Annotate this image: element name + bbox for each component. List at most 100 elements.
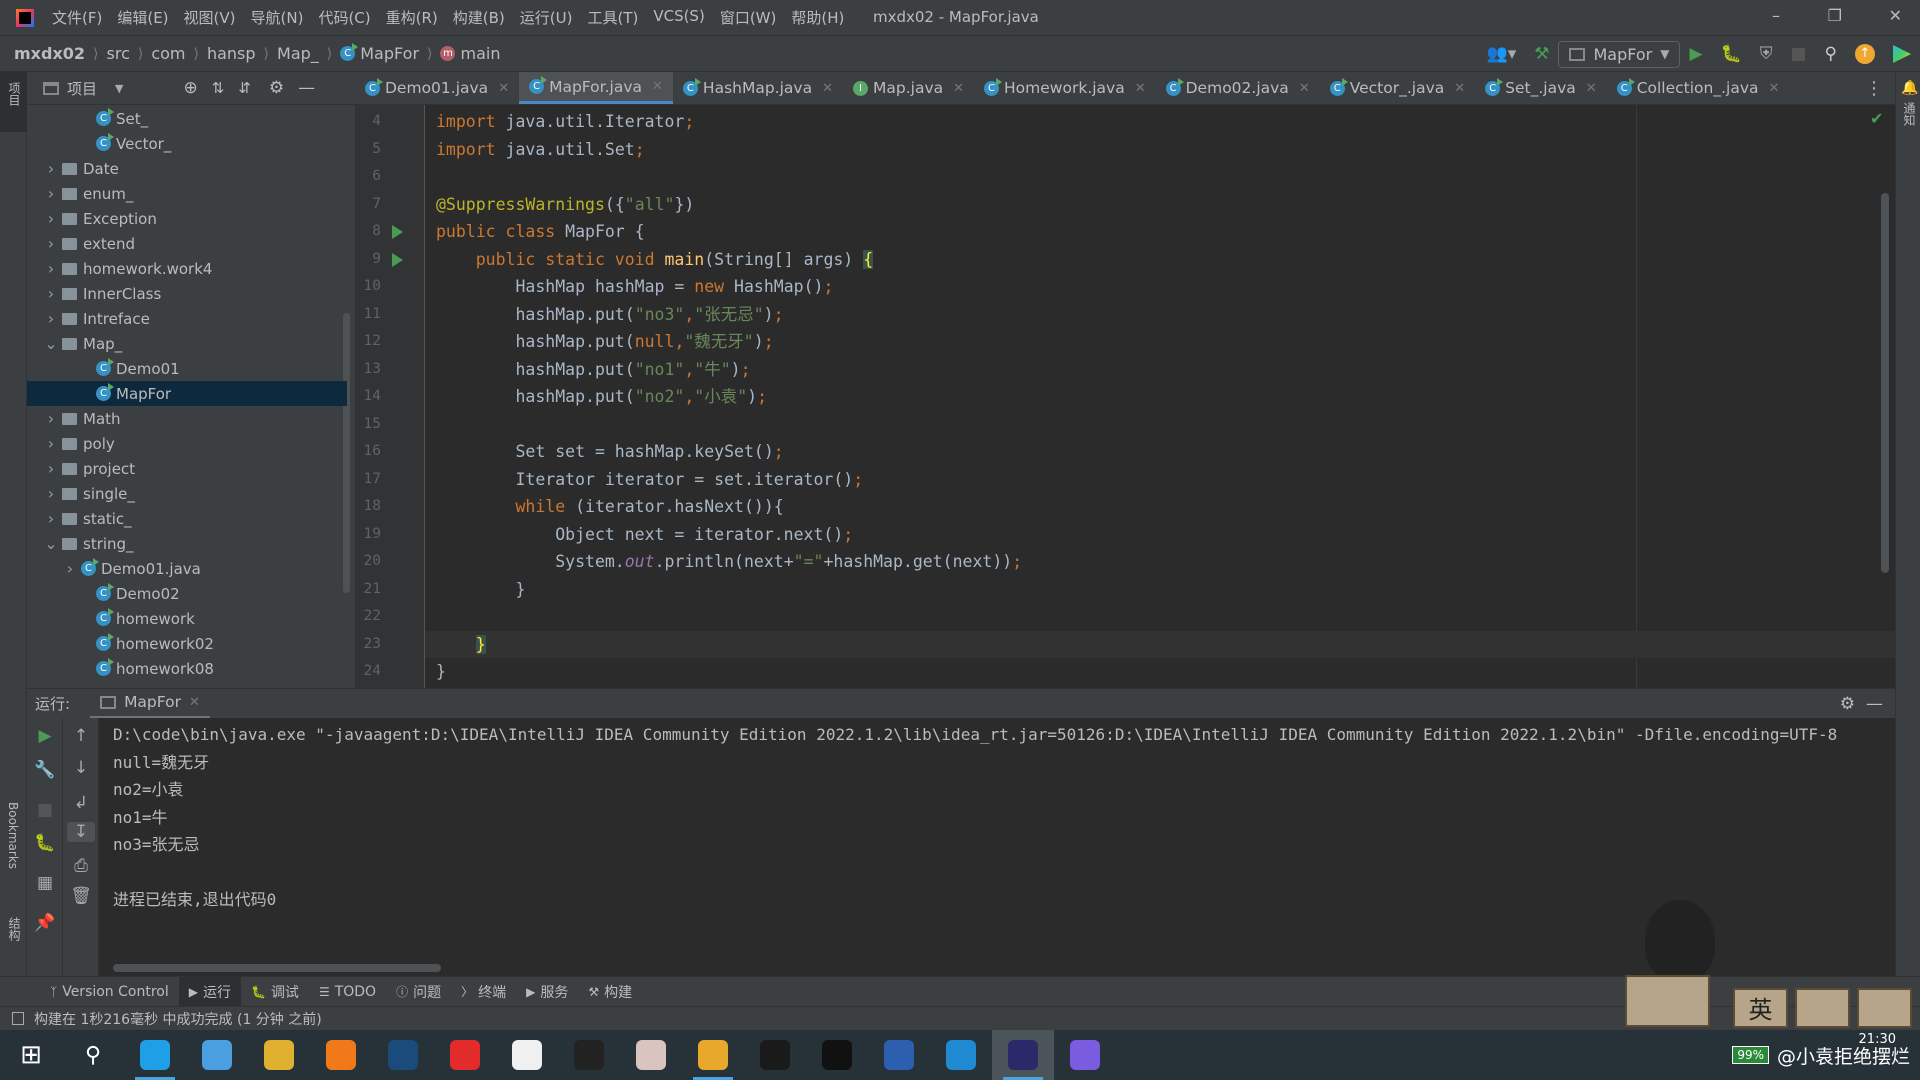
- menu-item[interactable]: 帮助(H): [791, 7, 844, 28]
- close-icon[interactable]: ✕: [1299, 81, 1310, 96]
- close-icon[interactable]: ✕: [652, 79, 663, 94]
- restore-button[interactable]: ❐: [1828, 6, 1842, 25]
- bottom-tab[interactable]: ⚒ 构建: [578, 977, 642, 1007]
- taskbar-g-app[interactable]: [744, 1030, 806, 1080]
- taskbar-windows-start[interactable]: ⊞: [0, 1030, 62, 1080]
- trash-icon[interactable]: 🗑: [63, 886, 99, 906]
- locate-icon[interactable]: ⊕: [183, 78, 197, 98]
- menu-item[interactable]: 编辑(E): [117, 7, 168, 28]
- close-icon[interactable]: ✕: [1586, 81, 1597, 96]
- taskbar-colorful-app[interactable]: [1054, 1030, 1116, 1080]
- taskbar-bilibili-mascot[interactable]: [248, 1030, 310, 1080]
- menu-item[interactable]: 导航(N): [251, 7, 304, 28]
- taskbar-search-app[interactable]: [310, 1030, 372, 1080]
- taskbar-intellij-idea[interactable]: [992, 1030, 1054, 1080]
- wrench-icon[interactable]: 🔧: [27, 760, 63, 780]
- menu-item[interactable]: 运行(U): [520, 7, 573, 28]
- console-scrollbar[interactable]: [113, 964, 441, 972]
- tree-item[interactable]: › extend: [27, 231, 347, 256]
- build-hammer-icon[interactable]: ⚒: [1534, 44, 1549, 64]
- coverage-icon[interactable]: ⛨: [1760, 44, 1773, 64]
- breadcrumb-method[interactable]: m main: [440, 44, 500, 63]
- taskbar-steam[interactable]: [372, 1030, 434, 1080]
- breadcrumb-item[interactable]: Map_: [277, 44, 319, 63]
- taskbar-flash-app[interactable]: [496, 1030, 558, 1080]
- taskbar-edge[interactable]: [124, 1030, 186, 1080]
- tree-item[interactable]: › Intreface: [27, 306, 347, 331]
- taskbar-epic-games[interactable]: [558, 1030, 620, 1080]
- editor-tab[interactable]: C Demo02.java ✕: [1156, 72, 1320, 104]
- project-tool-button[interactable]: 项目: [6, 82, 23, 106]
- tree-item[interactable]: › enum_: [27, 181, 347, 206]
- bottom-tab[interactable]: 〉 终端: [451, 977, 516, 1007]
- gear-icon[interactable]: ⚙: [1840, 694, 1855, 714]
- editor-tab[interactable]: C HashMap.java ✕: [673, 72, 843, 104]
- soft-wrap-icon[interactable]: ↲: [63, 793, 99, 813]
- taskbar-anime-app[interactable]: [620, 1030, 682, 1080]
- bottom-tab[interactable]: ⓘ 问题: [386, 977, 451, 1007]
- stop-icon[interactable]: ■: [1790, 44, 1806, 64]
- minimize-button[interactable]: –: [1772, 6, 1780, 25]
- close-window-button[interactable]: ✕: [1889, 6, 1902, 25]
- chevron-right-icon[interactable]: ›: [44, 484, 58, 503]
- editor-tab[interactable]: C Vector_.java ✕: [1320, 72, 1475, 104]
- chevron-right-icon[interactable]: ›: [44, 509, 58, 528]
- tree-item[interactable]: C Demo02: [27, 581, 347, 606]
- expand-all-icon[interactable]: ⇅: [212, 79, 225, 97]
- bottom-tab[interactable]: ᛉ Version Control: [40, 977, 179, 1007]
- close-icon[interactable]: ✕: [1454, 81, 1465, 96]
- run-tab-mapfor[interactable]: MapFor ✕: [90, 689, 210, 719]
- tree-item[interactable]: › single_: [27, 481, 347, 506]
- taskbar-chrome[interactable]: [682, 1030, 744, 1080]
- chevron-down-icon[interactable]: ▼: [115, 82, 123, 95]
- menu-item[interactable]: 构建(B): [453, 7, 505, 28]
- menu-item[interactable]: VCS(S): [653, 7, 704, 28]
- hide-icon[interactable]: —: [1866, 694, 1883, 714]
- chevron-right-icon[interactable]: ›: [44, 434, 58, 453]
- menu-item[interactable]: 视图(V): [184, 7, 236, 28]
- taskbar-dev-cpp[interactable]: [868, 1030, 930, 1080]
- stop-icon[interactable]: ■: [27, 800, 63, 820]
- menu-item[interactable]: 文件(F): [52, 7, 102, 28]
- tree-item[interactable]: › Exception: [27, 206, 347, 231]
- update-icon[interactable]: ↑: [1855, 44, 1875, 64]
- gear-icon[interactable]: ⚙: [269, 78, 284, 98]
- panel-toggle-icon[interactable]: [12, 1012, 24, 1025]
- tree-item[interactable]: › project: [27, 456, 347, 481]
- bookmarks-tool-button[interactable]: Bookmarks: [6, 802, 20, 869]
- editor-tab[interactable]: C Demo01.java ✕: [355, 72, 519, 104]
- project-panel-title[interactable]: 项目: [67, 78, 97, 99]
- editor-tab[interactable]: C Set_.java ✕: [1475, 72, 1607, 104]
- tree-item[interactable]: ⌄ Map_: [27, 331, 347, 356]
- taskbar-vscode[interactable]: [930, 1030, 992, 1080]
- bottom-tab[interactable]: 🐛 调试: [241, 977, 309, 1007]
- collapse-all-icon[interactable]: ⇵: [238, 79, 251, 97]
- menu-item[interactable]: 工具(T): [587, 7, 638, 28]
- run-gutter-icon[interactable]: [392, 252, 403, 267]
- close-icon[interactable]: ✕: [189, 695, 200, 710]
- search-icon[interactable]: ⚲: [1825, 44, 1837, 64]
- layout-icon[interactable]: ▦: [27, 873, 63, 893]
- editor-scrollbar[interactable]: [1881, 193, 1889, 573]
- chevron-right-icon[interactable]: ›: [44, 409, 58, 428]
- taskbar-netease-music[interactable]: [434, 1030, 496, 1080]
- run-gutter-icon[interactable]: [392, 225, 403, 239]
- pin-icon[interactable]: 📌: [27, 913, 63, 933]
- chevron-right-icon[interactable]: ›: [44, 234, 58, 253]
- tree-item[interactable]: › homework.work4: [27, 256, 347, 281]
- scroll-to-end-icon[interactable]: ↧: [67, 822, 95, 842]
- tree-item[interactable]: › C Demo01.java: [27, 556, 347, 581]
- tree-item[interactable]: › poly: [27, 431, 347, 456]
- chevron-right-icon[interactable]: ›: [44, 184, 58, 203]
- close-icon[interactable]: ✕: [1769, 81, 1780, 96]
- code-editor[interactable]: 4 5 6 7 8 9 10 11 12 13 14 15 16 17 18 19 20 21 22 23 24 ✔ i…: [355, 105, 1895, 688]
- tree-item[interactable]: ⌄ string_: [27, 531, 347, 556]
- menu-item[interactable]: 重构(R): [386, 7, 438, 28]
- bottom-tab[interactable]: ☰ TODO: [309, 977, 386, 1007]
- tree-item[interactable]: Chomework08: [27, 656, 347, 681]
- plugin-logo-icon[interactable]: [1893, 45, 1911, 63]
- taskbar-search[interactable]: ⚲: [62, 1030, 124, 1080]
- chevron-down-icon[interactable]: ⌄: [44, 534, 58, 553]
- breadcrumb-project[interactable]: mxdx02: [14, 44, 85, 63]
- menu-item[interactable]: 代码(C): [318, 7, 370, 28]
